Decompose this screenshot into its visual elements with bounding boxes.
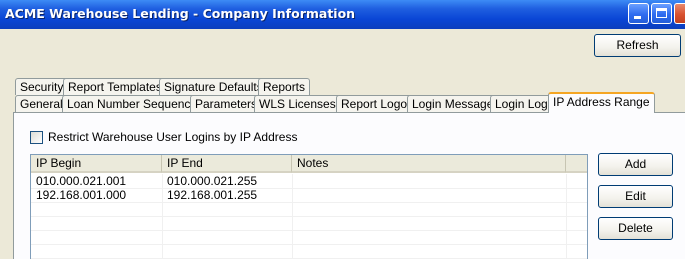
grid-header: IP Begin IP End Notes: [31, 155, 587, 174]
tab-parameters[interactable]: Parameters: [190, 95, 263, 112]
cell-ip-begin: 192.168.001.000: [36, 188, 127, 202]
table-row[interactable]: 010.000.021.001 010.000.021.255: [31, 175, 587, 188]
minimize-icon: [634, 16, 641, 19]
row-divider: [31, 244, 587, 245]
tab-login-message[interactable]: Login Message: [407, 95, 499, 112]
tab-login-log[interactable]: Login Log: [490, 95, 553, 112]
cell-notes: [292, 175, 566, 188]
edit-button[interactable]: Edit: [598, 185, 673, 208]
delete-button[interactable]: Delete: [598, 217, 673, 240]
column-header-ip-end[interactable]: IP End: [162, 155, 292, 173]
maximize-button[interactable]: [651, 3, 672, 24]
tab-signature-defaults[interactable]: Signature Defaults: [159, 78, 268, 95]
cell-ip-end: 192.168.001.255: [167, 188, 258, 202]
tab-ip-address-range[interactable]: IP Address Range: [548, 92, 655, 113]
tab-security[interactable]: Security: [15, 78, 69, 95]
title-bar[interactable]: ACME Warehouse Lending - Company Informa…: [0, 0, 685, 29]
tab-general[interactable]: General: [15, 95, 68, 112]
restrict-ip-label: Restrict Warehouse User Logins by IP Add…: [48, 130, 298, 144]
maximize-icon: [656, 8, 667, 18]
close-button[interactable]: [674, 3, 685, 24]
window-title: ACME Warehouse Lending - Company Informa…: [5, 6, 356, 21]
add-button[interactable]: Add: [598, 153, 673, 176]
tab-loan-number-sequence[interactable]: Loan Number Sequence: [62, 95, 203, 112]
tab-reports[interactable]: Reports: [258, 78, 311, 95]
table-row[interactable]: 192.168.001.000 192.168.001.255: [31, 189, 587, 202]
cell-ip-begin: 010.000.021.001: [36, 174, 127, 188]
row-divider: [31, 202, 587, 203]
column-header-ip-begin[interactable]: IP Begin: [31, 155, 162, 173]
ip-range-grid[interactable]: IP Begin IP End Notes 010.000.021.001 01…: [30, 154, 588, 259]
minimize-button[interactable]: [628, 3, 649, 24]
row-divider: [31, 216, 587, 217]
column-header-filler: [566, 155, 587, 173]
cell-ip-end: 010.000.021.255: [167, 174, 258, 188]
restrict-ip-checkbox[interactable]: [30, 131, 43, 144]
tab-report-logo[interactable]: Report Logo: [336, 95, 413, 112]
tab-wls-licenses[interactable]: WLS Licenses: [254, 95, 341, 112]
cell-notes: [292, 189, 566, 202]
tab-report-templates[interactable]: Report Templates: [63, 78, 167, 95]
column-header-notes[interactable]: Notes: [292, 155, 566, 173]
row-divider: [31, 230, 587, 231]
refresh-button[interactable]: Refresh: [594, 34, 681, 57]
